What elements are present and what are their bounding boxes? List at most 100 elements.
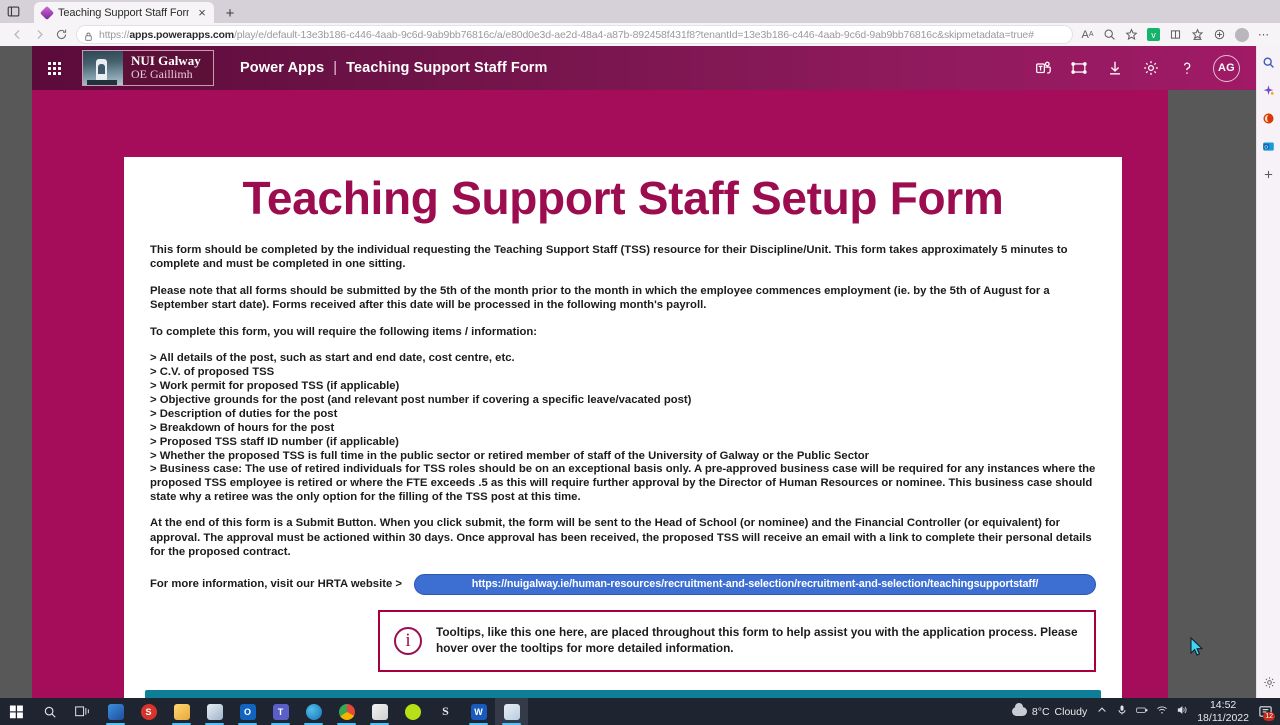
browser-tab[interactable]: Teaching Support Staff Form - × <box>34 2 214 23</box>
app-canvas: Teaching Support Staff Setup Form This f… <box>32 90 1168 698</box>
list-item: > Objective grounds for the post (and re… <box>150 394 692 407</box>
title-separator: | <box>333 60 338 76</box>
folder-yellow-icon[interactable] <box>165 698 198 725</box>
browser-tab-title: Teaching Support Staff Form - <box>58 6 189 19</box>
profile-icon[interactable] <box>1231 25 1252 45</box>
garmin-icon[interactable] <box>396 698 429 725</box>
zoom-icon[interactable] <box>1099 25 1120 45</box>
start-button[interactable]: Start <box>145 689 1101 698</box>
lock-icon <box>83 29 94 41</box>
notification-center-button[interactable]: 12 <box>1258 704 1275 721</box>
browser-tab-strip: Teaching Support Staff Form - × + <box>0 0 1280 23</box>
clock-date: 18/11/2022 <box>1197 711 1249 724</box>
list-item: > Description of duties for the post <box>150 408 338 421</box>
app-launcher-icon[interactable] <box>32 46 76 90</box>
new-tab-button[interactable]: + <box>222 5 238 21</box>
list-item: > Business case: The use of retired indi… <box>150 463 1096 503</box>
close-icon[interactable]: × <box>194 5 210 21</box>
screen-root: Teaching Support Staff Form - × + https:… <box>0 0 1280 725</box>
add-sidebar-icon[interactable] <box>1261 166 1277 182</box>
system-tray <box>1096 703 1188 721</box>
file-explorer-blue-icon[interactable] <box>99 698 132 725</box>
browser-toolbar-actions: AA v ⋯ <box>1077 25 1274 45</box>
edge-icon[interactable] <box>297 698 330 725</box>
browser-essentials-icon[interactable] <box>1209 25 1230 45</box>
weather-description: Cloudy <box>1054 705 1088 718</box>
volume-icon[interactable] <box>1176 703 1188 721</box>
extension-icon[interactable]: v <box>1143 25 1164 45</box>
reload-icon[interactable] <box>50 25 72 45</box>
fullscreen-icon[interactable] <box>1069 58 1089 78</box>
intro-paragraph-1: This form should be completed by the ind… <box>150 244 1068 271</box>
info-icon[interactable]: i <box>394 626 422 655</box>
microphone-icon[interactable] <box>1116 703 1128 721</box>
help-icon[interactable] <box>1177 58 1197 78</box>
start-windows-icon[interactable] <box>0 698 33 725</box>
powerapps-header: NUI Galway OE Gaillimh Power Apps | Teac… <box>32 46 1256 90</box>
url-text: https://apps.powerapps.com/play/e/defaul… <box>99 28 1034 41</box>
list-item: > Work permit for proposed TSS (if appli… <box>150 380 400 393</box>
skype-s-icon[interactable]: S <box>429 698 462 725</box>
task-view-icon[interactable] <box>66 698 99 725</box>
form-card: Teaching Support Staff Setup Form This f… <box>124 157 1122 698</box>
office-icon[interactable] <box>1261 110 1277 126</box>
edge-sidebar: O <box>1256 46 1280 698</box>
avatar[interactable]: AG <box>1213 54 1240 82</box>
read-aloud-icon[interactable]: AA <box>1077 25 1098 45</box>
split-screen-icon[interactable] <box>1165 25 1186 45</box>
teams-icon[interactable]: T <box>264 698 297 725</box>
chevron-up-icon[interactable] <box>1096 703 1108 721</box>
list-item: > Breakdown of hours for the post <box>150 422 335 435</box>
edge-sidebar-footer <box>1257 674 1280 690</box>
requirements-list: > All details of the post, such as start… <box>150 351 1096 504</box>
sketch-red-icon[interactable]: S <box>132 698 165 725</box>
settings-more-icon[interactable]: ⋯ <box>1253 25 1274 45</box>
outlook-icon[interactable]: O <box>1261 138 1277 154</box>
product-name: Power Apps <box>240 60 325 76</box>
clock-time: 14:52 <box>1209 699 1237 712</box>
tooltip-callout: i Tooltips, like this one here, are plac… <box>378 609 1096 672</box>
hrta-link-row: For more information, visit our HRTA web… <box>150 573 1096 595</box>
powerapps-diamond-icon <box>39 5 55 20</box>
app-viewport: NUI Galway OE Gaillimh Power Apps | Teac… <box>0 46 1256 698</box>
copilot-icon[interactable] <box>1261 82 1277 98</box>
app-title-bar: Power Apps | Teaching Support Staff Form <box>240 60 548 76</box>
chrome-icon[interactable] <box>330 698 363 725</box>
favorite-star-icon[interactable] <box>1121 25 1142 45</box>
clock[interactable]: 14:52 18/11/2022 <box>1197 699 1249 723</box>
powerapps-icon[interactable] <box>495 698 528 725</box>
weather-widget[interactable]: 8°C Cloudy <box>1011 703 1088 718</box>
search-icon[interactable] <box>33 698 66 725</box>
page-title: Teaching Support Staff Setup Form <box>242 172 1004 224</box>
collections-icon[interactable] <box>1187 25 1208 45</box>
teams-icon[interactable] <box>1033 58 1053 78</box>
search-icon[interactable] <box>1261 54 1277 70</box>
taskbar-apps: S O T S W <box>0 698 528 725</box>
list-item: > C.V. of proposed TSS <box>150 366 275 379</box>
intro-paragraph-2: Please note that all forms should be sub… <box>150 284 1050 312</box>
wifi-icon[interactable] <box>1156 703 1168 721</box>
forward-icon <box>28 25 50 45</box>
logo-line-2: OE Gaillimh <box>131 67 193 82</box>
download-icon[interactable] <box>1105 58 1125 78</box>
mouse-cursor <box>1190 637 1204 656</box>
requirements-heading: To complete this form, you will require … <box>150 325 538 338</box>
header-actions: AG <box>1033 54 1256 82</box>
mail-icon[interactable] <box>198 698 231 725</box>
list-item: > Whether the proposed TSS is full time … <box>150 450 870 463</box>
tab-search-icon[interactable] <box>0 0 26 23</box>
address-bar[interactable]: https://apps.powerapps.com/play/e/defaul… <box>76 25 1073 44</box>
store-icon[interactable] <box>363 698 396 725</box>
battery-icon[interactable] <box>1136 703 1148 721</box>
back-icon <box>6 25 28 45</box>
hrta-website-link[interactable]: https://nuigalway.ie/human-resources/rec… <box>414 573 1096 595</box>
hrta-link-label: For more information, visit our HRTA web… <box>150 578 403 591</box>
settings-gear-icon[interactable] <box>1141 58 1161 78</box>
svg-text:O: O <box>1264 144 1268 150</box>
word-icon[interactable]: W <box>462 698 495 725</box>
sidebar-settings-icon[interactable] <box>1261 674 1277 690</box>
browser-toolbar: https://apps.powerapps.com/play/e/defaul… <box>0 23 1280 46</box>
outlook-icon[interactable]: O <box>231 698 264 725</box>
submit-info-paragraph: At the end of this form is a Submit Butt… <box>150 517 1092 559</box>
cloud-icon <box>1011 703 1027 716</box>
